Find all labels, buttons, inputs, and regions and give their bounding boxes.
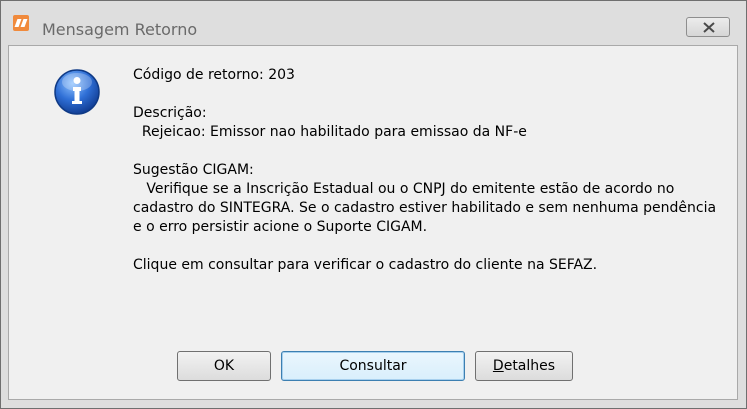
suggestion-line: cadastro do SINTEGRA. Se o cadastro esti… (133, 200, 717, 216)
dialog-body: Código de retorno: 203 Descrição: Rejeic… (8, 45, 738, 400)
consultar-button[interactable]: Consultar (281, 351, 465, 381)
ok-button[interactable]: OK (177, 351, 271, 381)
title-bar[interactable]: Mensagem Retorno (1, 1, 746, 39)
detalhes-mnemonic: D (492, 358, 504, 374)
consult-instruction-text: Clique em consultar para verificar o cad… (133, 257, 598, 273)
close-icon (703, 22, 715, 33)
detalhes-button[interactable]: Detalhes (475, 351, 573, 381)
info-icon (54, 69, 100, 115)
suggestion-label: Sugestão CIGAM: (133, 162, 254, 178)
close-button[interactable] (686, 17, 730, 37)
description-label: Descrição: (133, 105, 207, 121)
description-text: Rejeicao: Emissor nao habilitado para em… (133, 124, 527, 140)
suggestion-line: e o erro persistir acione o Suporte CIGA… (133, 219, 428, 235)
detalhes-label: etalhes (503, 358, 556, 374)
suggestion-line: Verifique se a Inscrição Estadual ou o C… (133, 181, 675, 197)
app-icon (13, 15, 29, 31)
return-code-text: Código de retorno: 203 (133, 67, 295, 83)
message-dialog: Mensagem Retorno Código de retorno: 203 … (0, 0, 747, 409)
window-title: Mensagem Retorno (42, 20, 198, 39)
